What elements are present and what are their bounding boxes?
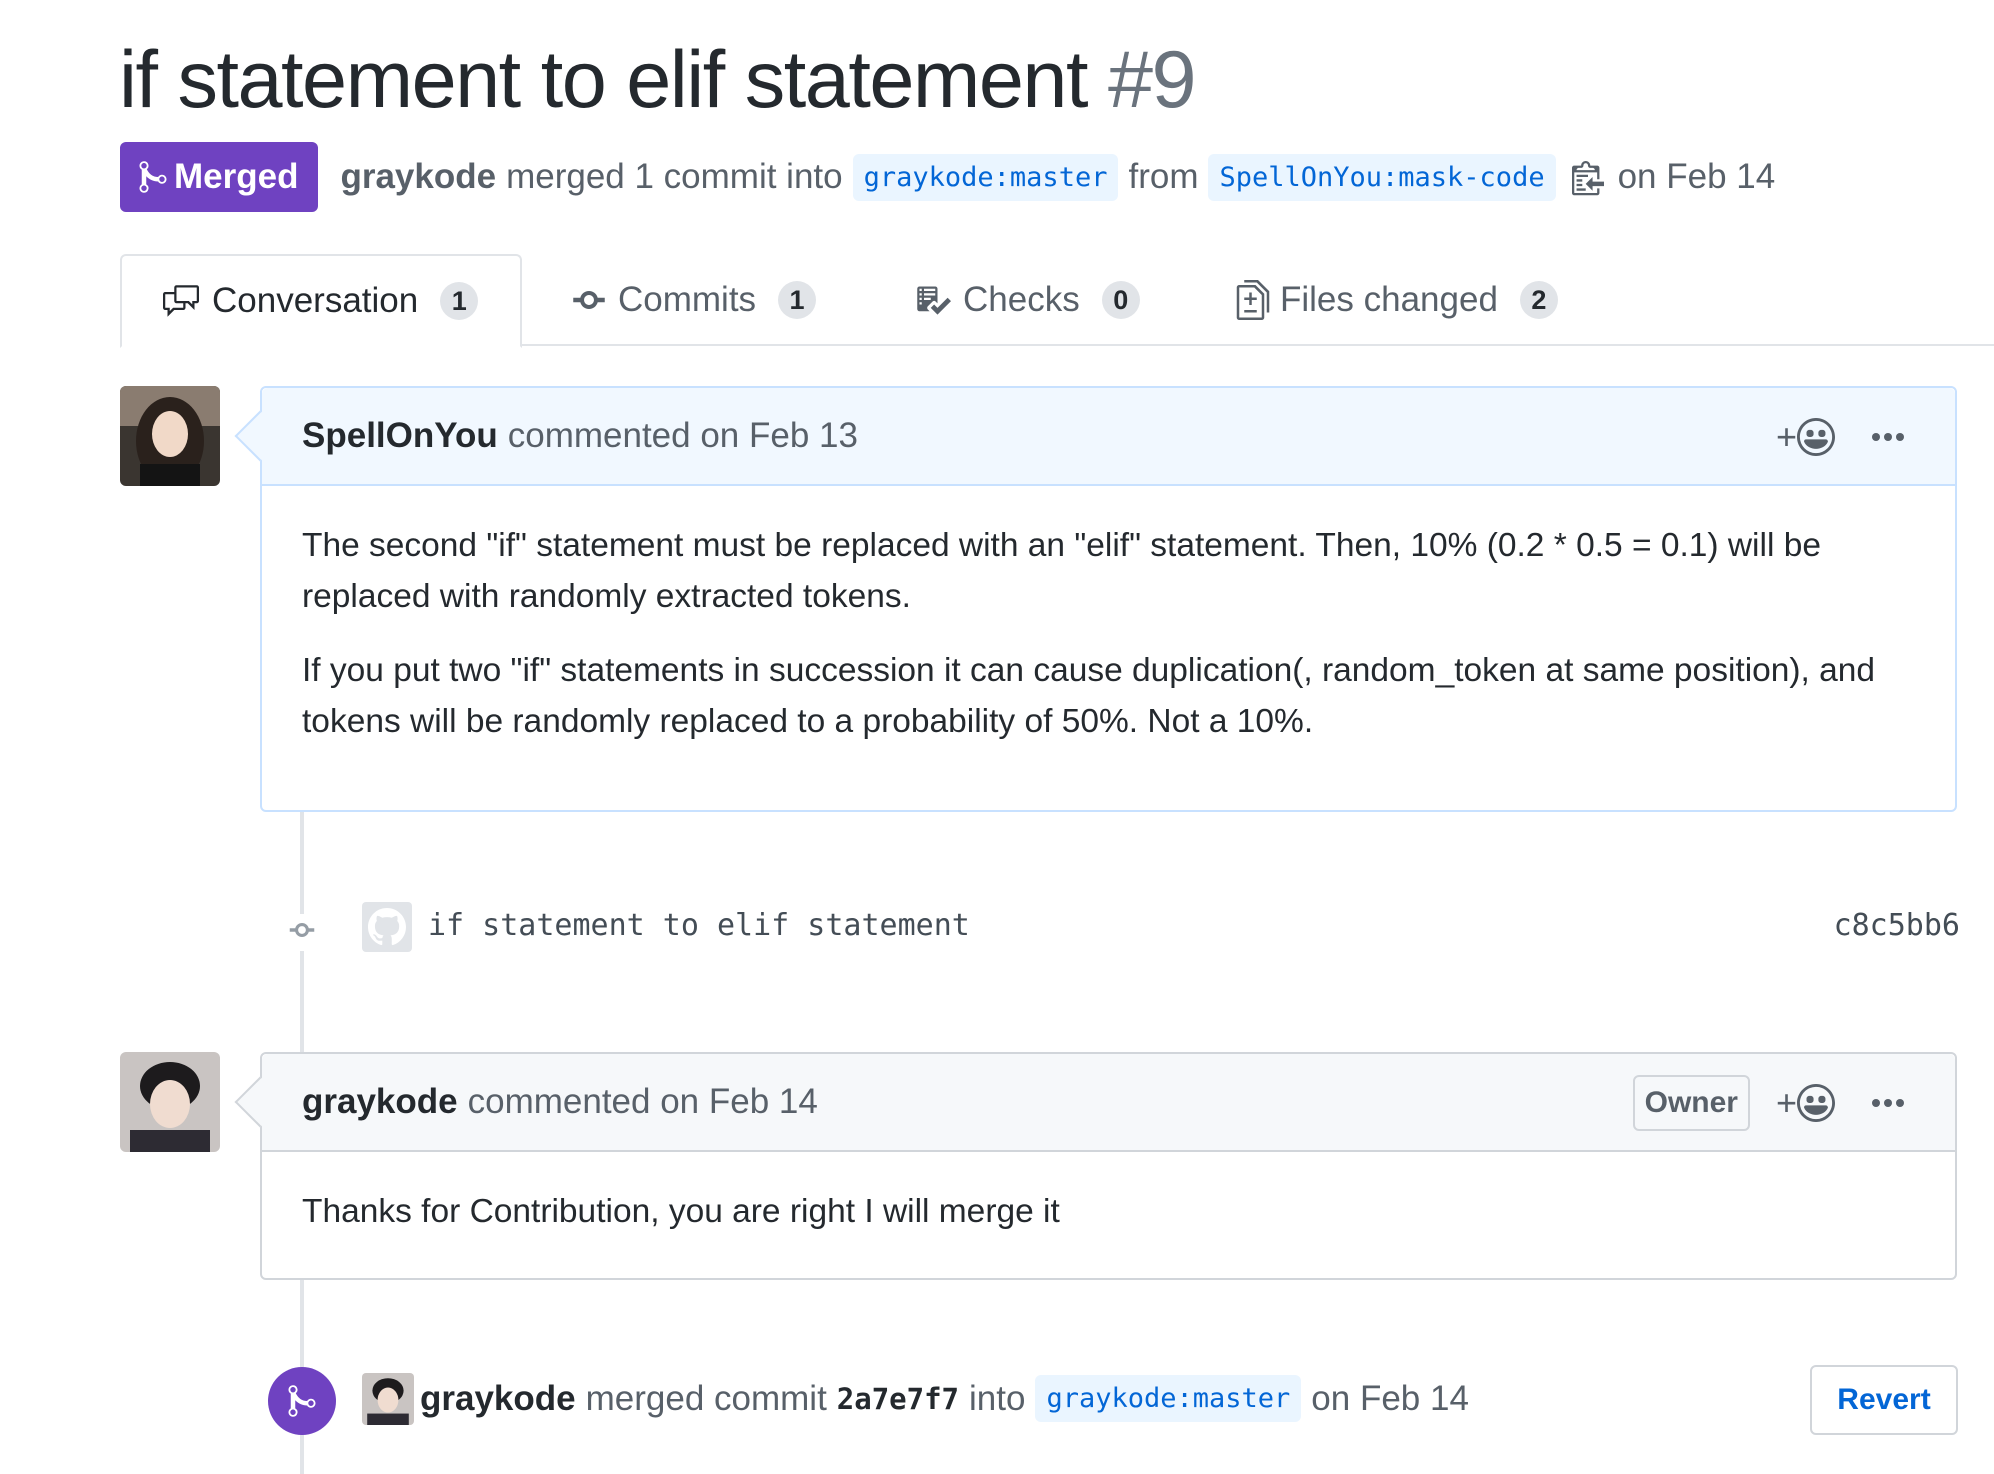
tab-checks-label: Checks [963,280,1080,319]
git-merge-icon [288,1385,316,1417]
merge-event: graykode merged commit 2a7e7f7 into gray… [268,1365,1958,1437]
commit-event: if statement to elif statement c8c5bb6 [280,898,1960,962]
merged-state-label: Merged [174,157,299,196]
avatar-graykode-small[interactable] [362,1373,414,1425]
comment-caret [234,410,286,462]
merge-event-text: graykode merged commit 2a7e7f7 into gray… [420,1375,1469,1422]
comment-timestamp[interactable]: commented on Feb 14 [468,1082,818,1122]
merged-state-badge: Merged [120,142,319,212]
commit-sha-link[interactable]: c8c5bb6 [1834,908,1960,943]
github-avatar-icon[interactable] [362,902,412,952]
comment-author-link[interactable]: graykode [302,1082,458,1122]
add-reaction-button[interactable]: + [1776,416,1835,458]
pr-author-link[interactable]: graykode [340,157,496,197]
pr-number: #9 [1108,35,1197,125]
pr-title-text: if statement to elif statement [119,35,1088,125]
avatar-spellonyou[interactable] [120,386,220,486]
merge-date[interactable]: on Feb 14 [1311,1379,1469,1419]
tab-conversation-label: Conversation [212,281,419,320]
comment-body: The second "if" statement must be replac… [262,486,1955,781]
smiley-icon [1797,418,1835,456]
owner-badge: Owner [1632,1075,1750,1131]
tab-commits-label: Commits [618,280,757,319]
tab-files-changed-count: 2 [1519,281,1558,319]
head-branch-link[interactable]: SpellOnYou:mask-code [1208,153,1556,201]
comment-box: graykode commented on Feb 14 Owner + Tha… [234,1052,1957,1280]
comment-paragraph: The second "if" statement must be replac… [302,527,1821,615]
comment-discussion-icon [163,285,199,317]
git-merge-icon [139,161,167,193]
checklist-icon [917,286,951,315]
comment-header: SpellOnYou commented on Feb 13 + [234,388,1955,486]
file-diff-icon [1236,280,1270,320]
comment-actions: Owner + [1632,1054,1905,1152]
comment-actions: + [1776,388,1905,486]
merge-event-badge [268,1367,336,1435]
merge-author-link[interactable]: graykode [420,1379,576,1419]
tab-commits[interactable]: Commits 1 [570,254,817,346]
comment-paragraph: Thanks for Contribution, you are right I… [302,1193,1060,1230]
comment-header: graykode commented on Feb 14 Owner + [234,1054,1955,1152]
page-title: if statement to elif statement #9 [119,35,1197,125]
comment-paragraph: If you put two "if" statements in succes… [302,652,1876,740]
avatar-graykode[interactable] [120,1052,220,1152]
clipboard-icon[interactable] [1571,158,1604,196]
merge-base-branch-link[interactable]: graykode:master [1035,1375,1302,1422]
comment-box: SpellOnYou commented on Feb 13 + The sec… [234,386,1957,812]
reaction-plus: + [1775,416,1797,457]
comment-author-link[interactable]: SpellOnYou [302,416,498,456]
comment-timestamp[interactable]: commented on Feb 13 [508,416,858,456]
tab-files-changed-label: Files changed [1280,280,1498,319]
tab-commits-count: 1 [778,281,817,319]
pr-tabs: Conversation 1 Commits 1 Checks 0 Files … [120,254,1994,348]
commit-message-link[interactable]: if statement to elif statement [428,908,970,943]
merged-commit-text: merged 1 commit into [506,157,843,196]
pr-date: on Feb 14 [1617,157,1776,196]
tab-checks-count: 0 [1101,281,1140,319]
into-label: into [969,1378,1026,1418]
tab-conversation[interactable]: Conversation 1 [120,254,522,348]
merged-commit-label: merged commit [585,1378,827,1418]
tab-files-changed[interactable]: Files changed 2 [1236,254,1558,346]
comment-body: Thanks for Contribution, you are right I… [262,1152,1955,1271]
smiley-icon [1797,1084,1835,1122]
from-text: from [1128,157,1199,196]
comment-caret [234,1076,286,1128]
revert-button[interactable]: Revert [1810,1365,1958,1435]
merge-commit-sha-link[interactable]: 2a7e7f7 [837,1382,959,1416]
add-reaction-button[interactable]: + [1776,1082,1835,1124]
git-commit-icon [282,914,322,951]
base-branch-link[interactable]: graykode:master [852,153,1119,201]
reaction-plus: + [1775,1082,1797,1123]
pr-meta: Merged graykode merged 1 commit into gra… [120,142,1775,212]
tab-checks[interactable]: Checks 0 [913,254,1140,346]
git-commit-icon [573,291,605,309]
more-options-icon[interactable] [1871,432,1905,442]
more-options-icon[interactable] [1871,1098,1905,1108]
tab-conversation-count: 1 [440,282,479,320]
